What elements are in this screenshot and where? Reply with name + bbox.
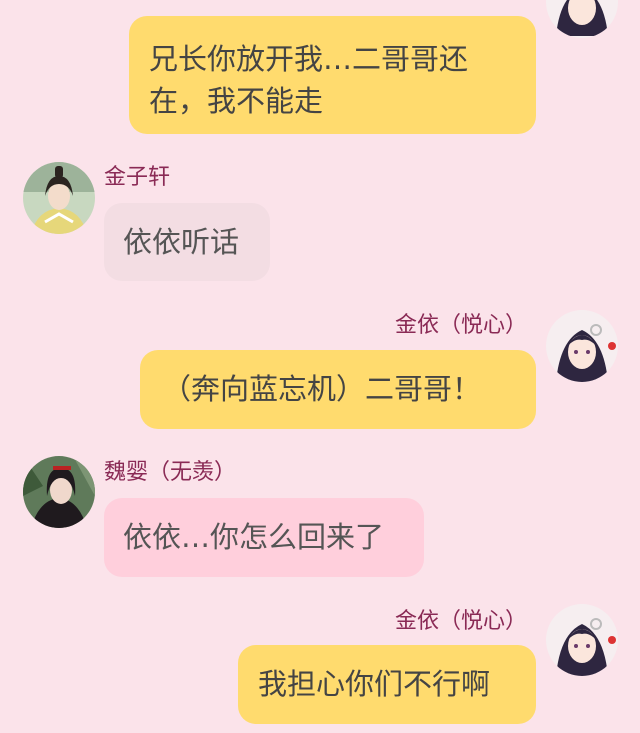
message-bubble[interactable]: （奔向蓝忘机）二哥哥！ [140,350,536,429]
jin-yi-avatar-image [546,604,618,676]
sender-name: 金依（悦心） [394,609,527,634]
message-bubble[interactable]: 我担心你们不行啊 [238,645,536,724]
message-bubble[interactable]: 兄长你放开我…二哥哥还在，我不能走 [129,16,536,134]
message-bubble[interactable]: 依依听话 [104,203,270,281]
chat-view: 兄长你放开我…二哥哥还在，我不能走 金子轩 依依听话 金依（悦心） （奔向蓝忘机… [0,0,640,733]
sender-name: 金依（悦心） [394,313,527,338]
jin-yi-avatar-image [546,310,618,382]
sender-name: 金子轩 [104,165,171,190]
jin-zixuan-avatar-image [23,162,95,234]
wei-ying-avatar[interactable] [23,456,95,528]
jin-yi-avatar-image [546,0,618,38]
jin-yi-avatar[interactable] [546,310,618,382]
jin-yi-avatar[interactable] [546,604,618,676]
wei-ying-avatar-image [23,456,95,528]
message-bubble[interactable]: 依依…你怎么回来了 [104,498,424,577]
sender-name: 魏婴（无羡） [104,460,237,485]
jin-yi-avatar[interactable] [546,0,618,38]
jin-zixuan-avatar[interactable] [23,162,95,234]
